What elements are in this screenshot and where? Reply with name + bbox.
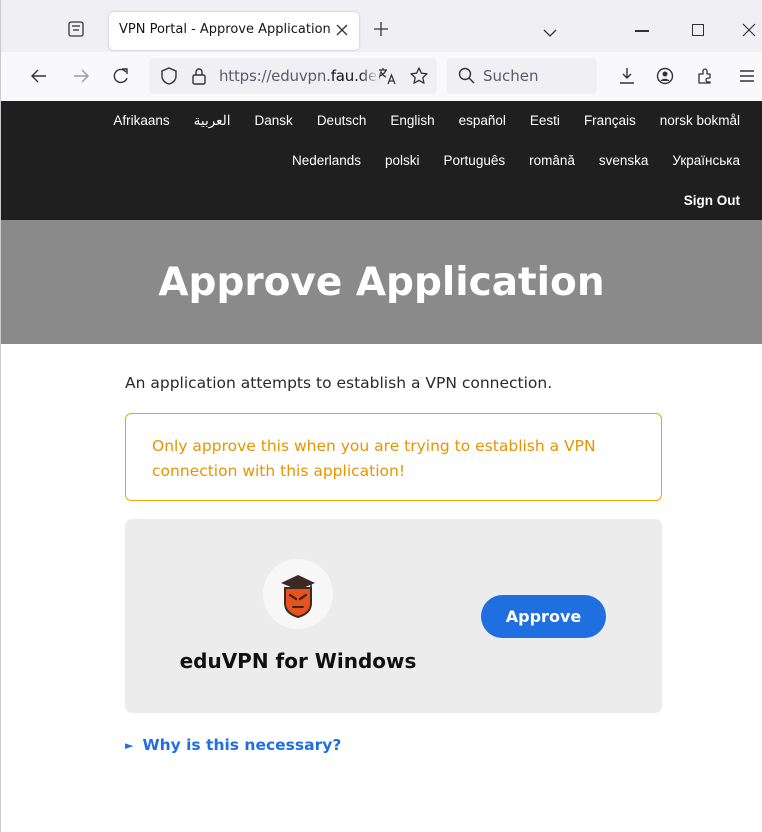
intro-text: An application attempts to establish a V…	[125, 374, 553, 392]
language-link-en[interactable]: English	[390, 113, 434, 129]
navigation-toolbar: https://eduvpn.fau.de/ Suchen	[0, 52, 762, 101]
lock-icon[interactable]	[189, 66, 209, 86]
language-link-et[interactable]: Eesti	[530, 113, 560, 129]
forward-icon[interactable]	[71, 66, 91, 86]
back-icon[interactable]	[29, 66, 49, 86]
maximize-icon[interactable]	[692, 24, 704, 36]
approve-button[interactable]: Approve	[481, 595, 606, 638]
page-banner: Approve Application	[0, 220, 762, 344]
tab-list-icon[interactable]	[67, 20, 85, 38]
warning-box: Only approve this when you are trying to…	[125, 413, 662, 501]
language-link-da[interactable]: Dansk	[255, 113, 293, 129]
close-icon[interactable]	[333, 21, 351, 39]
why-necessary-disclosure[interactable]: ► Why is this necessary?	[125, 736, 341, 754]
language-row: Nederlands polski Português română svens…	[268, 153, 740, 168]
page-title: Approve Application	[158, 260, 605, 305]
language-link-pl[interactable]: polski	[385, 153, 420, 168]
language-link-sv[interactable]: svenska	[599, 153, 649, 168]
eduvpn-logo-icon	[263, 559, 333, 629]
language-link-ar[interactable]: العربية	[194, 113, 231, 129]
search-icon	[457, 66, 477, 86]
translate-icon[interactable]	[377, 66, 397, 86]
application-name: eduVPN for Windows	[179, 649, 417, 673]
language-link-nl[interactable]: Nederlands	[292, 153, 361, 168]
address-bar[interactable]: https://eduvpn.fau.de/	[149, 58, 437, 94]
reload-icon[interactable]	[111, 66, 131, 86]
language-link-pt[interactable]: Português	[444, 153, 506, 168]
main-content: An application attempts to establish a V…	[0, 344, 762, 832]
shield-icon[interactable]	[159, 66, 179, 86]
language-link-es[interactable]: español	[459, 113, 506, 129]
language-link-de[interactable]: Deutsch	[317, 113, 367, 129]
disclosure-triangle-icon: ►	[125, 739, 134, 752]
language-link-af[interactable]: Afrikaans	[113, 113, 169, 129]
search-bar[interactable]: Suchen	[447, 58, 597, 94]
star-icon[interactable]	[409, 66, 429, 86]
minimize-icon[interactable]	[635, 30, 649, 32]
language-link-fr[interactable]: Français	[584, 113, 636, 129]
account-icon[interactable]	[655, 66, 675, 86]
extensions-icon[interactable]	[695, 66, 715, 86]
close-icon[interactable]	[741, 22, 757, 38]
search-placeholder: Suchen	[483, 67, 539, 85]
language-row: Afrikaans العربية Dansk Deutsch English …	[89, 113, 740, 129]
tab-title: VPN Portal - Approve Application	[119, 22, 331, 37]
active-tab[interactable]: VPN Portal - Approve Application	[109, 12, 359, 50]
language-link-uk[interactable]: Українська	[672, 153, 740, 168]
language-bar: Afrikaans العربية Dansk Deutsch English …	[0, 101, 762, 220]
application-card: eduVPN for Windows Approve	[125, 519, 662, 713]
chevron-down-icon[interactable]	[542, 24, 558, 37]
plus-icon[interactable]	[373, 21, 389, 37]
download-icon[interactable]	[617, 66, 637, 86]
sign-out-link[interactable]: Sign Out	[684, 193, 740, 208]
disclosure-label: Why is this necessary?	[142, 736, 342, 754]
url-text[interactable]: https://eduvpn.fau.de/	[219, 67, 382, 85]
menu-icon[interactable]	[737, 66, 757, 86]
language-link-nb[interactable]: norsk bokmål	[660, 113, 740, 129]
language-link-ro[interactable]: română	[529, 153, 575, 168]
